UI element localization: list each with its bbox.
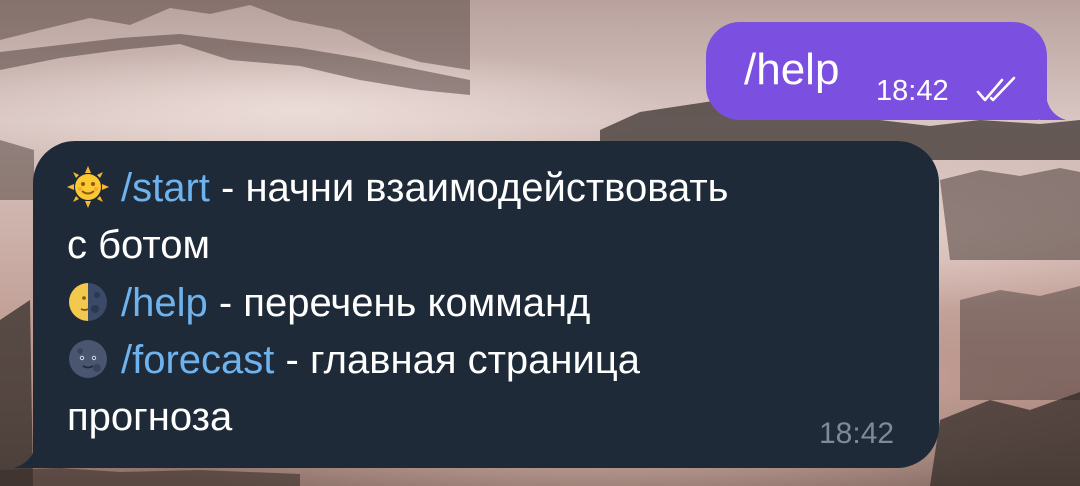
sun-face-emoji (67, 160, 121, 216)
outgoing-bubble-tail (1040, 96, 1066, 120)
command-link-start[interactable]: /start (121, 166, 210, 210)
command-description: - перечень комманд (207, 281, 591, 325)
double-check-icon (976, 76, 1016, 102)
message-line-continuation: с ботом (67, 223, 211, 267)
command-link-help[interactable]: /help (121, 281, 208, 325)
message-line-start: /start - начни взаимодействовать (67, 160, 729, 216)
incoming-message-bubble[interactable]: /start - начни взаимодействовать с ботом… (33, 141, 939, 468)
message-line-continuation: прогноза (67, 395, 233, 439)
message-line-help: /help - перечень комманд (67, 275, 590, 331)
command-description: - главная страница (274, 338, 641, 382)
outgoing-message-time: 18:42 (876, 75, 949, 107)
first-quarter-moon-face-emoji (67, 275, 121, 331)
outgoing-message-text: /help (744, 45, 840, 94)
incoming-bubble-tail (14, 444, 44, 468)
new-moon-face-emoji (67, 332, 121, 388)
command-link-forecast[interactable]: /forecast (121, 338, 274, 382)
outgoing-message-bubble[interactable]: /help 18:42 (706, 22, 1047, 120)
command-description: - начни взаимодействовать (209, 166, 729, 210)
message-line-forecast: /forecast - главная страница (67, 332, 640, 388)
incoming-message-time: 18:42 (819, 417, 895, 450)
